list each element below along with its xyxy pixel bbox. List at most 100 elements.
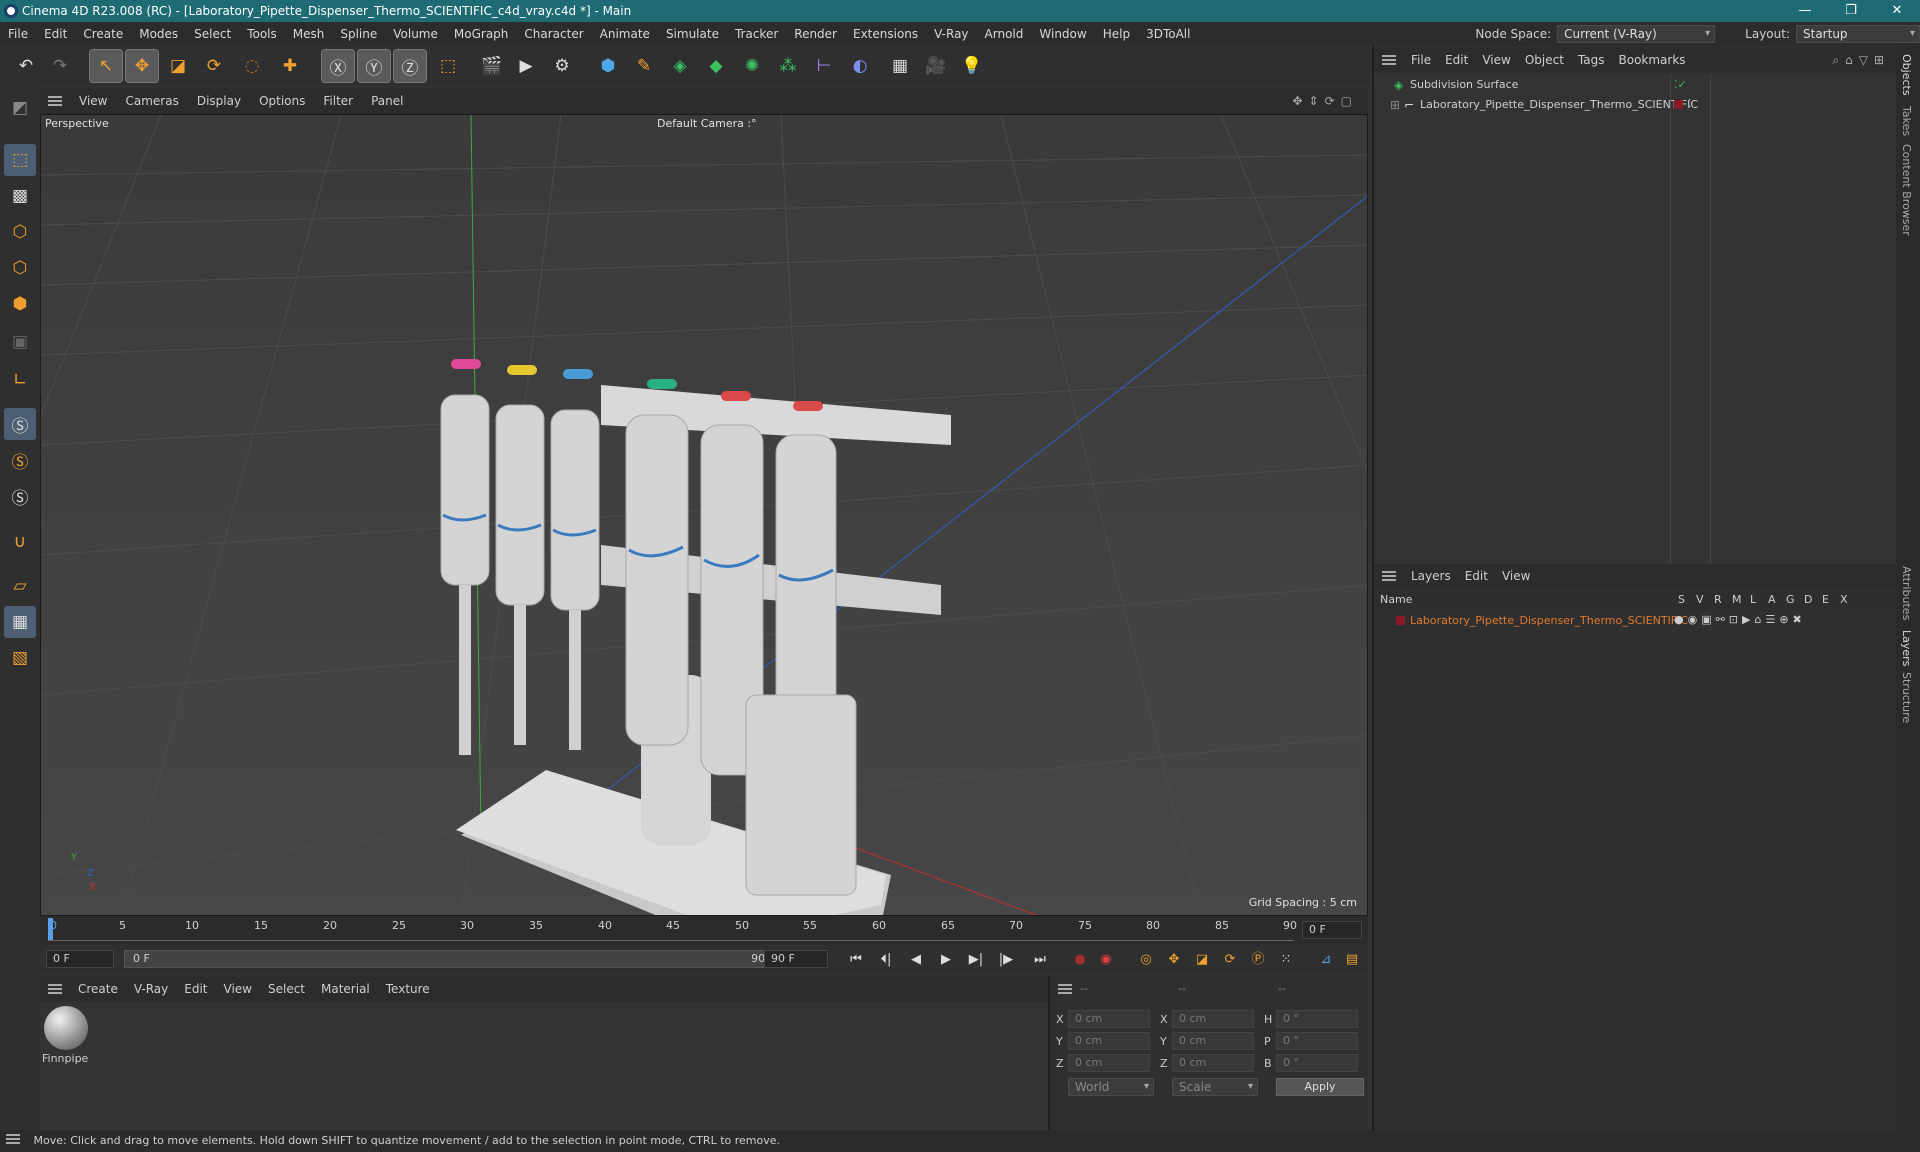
objects-search-icons[interactable]: ⌕⌂▽⊞: [1832, 53, 1890, 68]
viewport-menu-filter[interactable]: Filter: [314, 94, 362, 108]
viewport-menu-icon[interactable]: [48, 96, 62, 106]
menu-modes[interactable]: Modes: [131, 27, 186, 41]
camera-icon[interactable]: 🎥: [920, 50, 952, 82]
menu-help[interactable]: Help: [1095, 27, 1138, 41]
prev-frame-icon[interactable]: ◀: [906, 950, 926, 970]
menu-simulate[interactable]: Simulate: [658, 27, 727, 41]
record-icon[interactable]: ●: [1070, 950, 1090, 970]
objects-menu-icon[interactable]: [1382, 55, 1396, 65]
deformer-icon[interactable]: ◐: [844, 50, 876, 82]
key-scale-icon[interactable]: ◪: [1192, 950, 1212, 970]
menu-create[interactable]: Create: [75, 27, 131, 41]
size-z-field[interactable]: 0 cm: [1172, 1054, 1254, 1072]
next-key-icon[interactable]: |▶: [996, 950, 1016, 970]
render-icon[interactable]: ▶: [510, 50, 542, 82]
go-to-start-icon[interactable]: ⏮: [846, 950, 866, 970]
restore-button[interactable]: ❐: [1828, 0, 1874, 22]
coordinate-system-select[interactable]: World: [1068, 1078, 1154, 1096]
layer-row[interactable]: Laboratory_Pipette_Dispenser_Thermo_SCIE…: [1374, 612, 1898, 630]
undo-icon[interactable]: ↶: [10, 50, 42, 82]
viewport-menu-options[interactable]: Options: [250, 94, 314, 108]
menu-vray[interactable]: V-Ray: [926, 27, 976, 41]
frame-range-slider[interactable]: 0 F 90 F: [124, 950, 784, 968]
create-icon[interactable]: ✚: [274, 50, 306, 82]
apply-button[interactable]: Apply: [1276, 1078, 1364, 1096]
menu-select[interactable]: Select: [186, 27, 239, 41]
pen-icon[interactable]: ✎: [628, 50, 660, 82]
layer-toggle-icons[interactable]: ●◉▣⚯⊡▶⌂☰⊕✖: [1674, 613, 1806, 626]
material-menu-view[interactable]: View: [216, 982, 260, 996]
make-editable-icon[interactable]: ◩: [4, 92, 36, 124]
layers-menu-view[interactable]: View: [1495, 569, 1537, 583]
menu-tools[interactable]: Tools: [239, 27, 285, 41]
menu-arnold[interactable]: Arnold: [977, 27, 1032, 41]
side-tab-attributes[interactable]: Attributes: [1900, 566, 1913, 620]
layers-menu-icon[interactable]: [1382, 571, 1396, 581]
extrude-icon[interactable]: ◆: [700, 50, 732, 82]
floor-icon[interactable]: ▦: [884, 50, 916, 82]
objects-menu-view[interactable]: View: [1475, 53, 1517, 67]
object-row[interactable]: ◈ Subdivision Surface ⁚✓: [1374, 76, 1898, 94]
key-pla-icon[interactable]: ⁙: [1276, 950, 1296, 970]
quantize-icon[interactable]: Ⓢ: [4, 480, 36, 512]
coordinate-icon[interactable]: ⬚: [432, 50, 464, 82]
menu-tracker[interactable]: Tracker: [727, 27, 786, 41]
layer-color-tag[interactable]: [1674, 100, 1683, 109]
prev-key-icon[interactable]: ⏴|: [876, 950, 896, 970]
layers-menu-layers[interactable]: Layers: [1404, 569, 1458, 583]
polygon-mode-icon[interactable]: ⬢: [4, 288, 36, 320]
side-tab-takes[interactable]: Takes: [1900, 106, 1913, 136]
z-axis-icon[interactable]: Ⓩ: [393, 49, 427, 83]
locked-workplane-icon[interactable]: ▧: [4, 642, 36, 674]
material-menu-create[interactable]: Create: [70, 982, 126, 996]
material-menu-texture[interactable]: Texture: [378, 982, 438, 996]
coords-menu-icon[interactable]: [1058, 984, 1072, 994]
material-menu-select[interactable]: Select: [260, 982, 313, 996]
symmetry-icon[interactable]: ⊢: [808, 50, 840, 82]
scale-icon[interactable]: ◪: [162, 50, 194, 82]
uv-mode-icon[interactable]: ▣: [4, 326, 36, 358]
node-space-select[interactable]: Current (V-Ray): [1557, 25, 1716, 43]
camera-label[interactable]: Default Camera :°: [657, 117, 757, 130]
current-frame-field[interactable]: 0 F: [1302, 921, 1362, 939]
object-row[interactable]: ⊞ ⌐ Laboratory_Pipette_Dispenser_Thermo_…: [1374, 96, 1898, 114]
viewport-menu-cameras[interactable]: Cameras: [116, 94, 187, 108]
motion-tracking-icon[interactable]: ⊿: [1316, 950, 1336, 970]
minimize-button[interactable]: —: [1782, 0, 1828, 22]
play-icon[interactable]: ▶: [936, 950, 956, 970]
x-axis-icon[interactable]: Ⓧ: [321, 49, 355, 83]
menu-mograph[interactable]: MoGraph: [446, 27, 517, 41]
menu-window[interactable]: Window: [1031, 27, 1094, 41]
keyframe-selection-icon[interactable]: ◎: [1136, 950, 1156, 970]
key-param-icon[interactable]: Ⓟ: [1248, 950, 1268, 970]
menu-spline[interactable]: Spline: [332, 27, 385, 41]
cloner-icon[interactable]: ⁂: [772, 50, 804, 82]
go-to-end-icon[interactable]: ⏭: [1030, 950, 1050, 970]
start-frame-field[interactable]: 0 F: [46, 950, 114, 968]
magnet-icon[interactable]: ∪: [4, 526, 36, 558]
cube-icon[interactable]: ⬢: [592, 50, 624, 82]
model-mode-icon[interactable]: ⬚: [4, 144, 36, 176]
playhead[interactable]: [48, 918, 53, 940]
edge-mode-icon[interactable]: ⬡: [4, 252, 36, 284]
visibility-check-icon[interactable]: ⁚✓: [1674, 78, 1687, 91]
position-x-field[interactable]: 0 cm: [1068, 1010, 1150, 1028]
material-name[interactable]: Finnpipe: [42, 1052, 88, 1065]
timeline-window-icon[interactable]: ▤: [1342, 950, 1362, 970]
rotation-p-field[interactable]: 0 °: [1276, 1032, 1358, 1050]
size-y-field[interactable]: 0 cm: [1172, 1032, 1254, 1050]
texture-mode-icon[interactable]: ▩: [4, 180, 36, 212]
material-menu-material[interactable]: Material: [313, 982, 378, 996]
move-icon[interactable]: ✥: [125, 49, 159, 83]
status-menu-icon[interactable]: [6, 1134, 20, 1144]
key-rotation-icon[interactable]: ⟳: [1220, 950, 1240, 970]
autokey-icon[interactable]: ◉: [1096, 950, 1116, 970]
viewport-menu-view[interactable]: View: [70, 94, 116, 108]
side-tab-layers[interactable]: Layers: [1900, 630, 1913, 666]
material-menu-edit[interactable]: Edit: [176, 982, 215, 996]
menu-render[interactable]: Render: [786, 27, 845, 41]
position-y-field[interactable]: 0 cm: [1068, 1032, 1150, 1050]
light-icon[interactable]: 💡: [956, 50, 988, 82]
material-menu-vray[interactable]: V-Ray: [126, 982, 176, 996]
layers-menu-edit[interactable]: Edit: [1458, 569, 1495, 583]
